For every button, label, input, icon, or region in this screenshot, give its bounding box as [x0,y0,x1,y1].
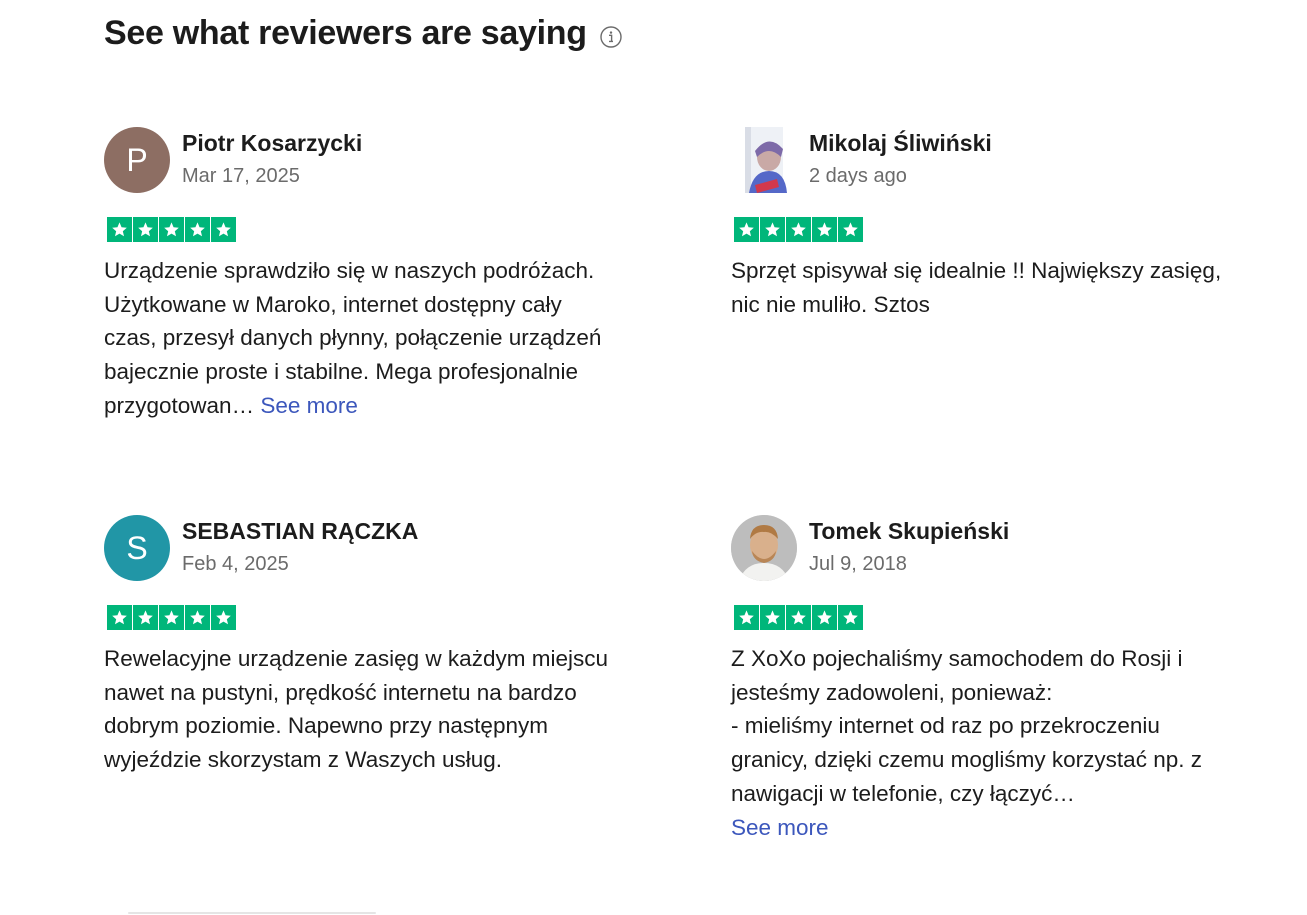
page-title: See what reviewers are saying [104,14,587,52]
reviews-section: See what reviewers are saying P Piotr Ko… [0,0,1307,915]
star-icon [734,605,759,630]
avatar-initial: P [126,141,148,178]
star-icon [760,605,785,630]
review-body: Z XoXo pojechaliśmy samochodem do Rosji … [731,646,1202,806]
review-date: Mar 17, 2025 [182,165,300,187]
reviewer-meta: Tomek Skupieński Jul 9, 2018 [809,515,1009,577]
star-icon [760,217,785,242]
reviewer-name[interactable]: Piotr Kosarzycki [182,129,362,157]
review-header: Mikolaj Śliwiński 2 days ago [731,127,1241,193]
avatar-initial: S [126,529,148,566]
reviewer-name[interactable]: Tomek Skupieński [809,517,1009,545]
review-header: P Piotr Kosarzycki Mar 17, 2025 [104,127,614,193]
review-card: Mikolaj Śliwiński 2 days ago Sprzęt spis… [731,127,1241,321]
review-text: Urządzenie sprawdziło się w naszych podr… [104,254,614,423]
review-text: Rewelacyjne urządzenie zasięg w każdym m… [104,642,614,777]
star-icon [838,217,863,242]
see-more-link[interactable]: See more [260,393,358,418]
avatar[interactable]: S [104,515,170,581]
review-card: S SEBASTIAN RĄCZKA Feb 4, 2025 Rewelacyj… [104,515,614,777]
avatar[interactable]: P [104,127,170,193]
star-icon [211,605,236,630]
star-icon [107,605,132,630]
reviewer-meta: SEBASTIAN RĄCZKA Feb 4, 2025 [182,515,418,577]
review-date: 2 days ago [809,165,907,187]
review-text: Sprzęt spisywał się idealnie !! Najwięks… [731,254,1241,321]
review-card: Tomek Skupieński Jul 9, 2018 Z XoXo poje… [731,515,1241,844]
review-body: Sprzęt spisywał się idealnie !! Najwięks… [731,258,1228,317]
star-icon [107,217,132,242]
reviewer-meta: Piotr Kosarzycki Mar 17, 2025 [182,127,362,189]
star-icon [185,605,210,630]
star-icon [786,605,811,630]
star-icon [838,605,863,630]
avatar[interactable] [731,127,797,193]
avatar-photo [731,127,797,193]
reviewer-meta: Mikolaj Śliwiński 2 days ago [809,127,992,189]
avatar[interactable] [731,515,797,581]
star-icon [812,605,837,630]
review-text: Z XoXo pojechaliśmy samochodem do Rosji … [731,642,1241,844]
review-date: Feb 4, 2025 [182,553,289,575]
see-more-link[interactable]: See more [731,815,829,840]
star-rating [107,217,614,242]
review-body: Rewelacyjne urządzenie zasięg w każdym m… [104,646,615,773]
reviewer-name[interactable]: Mikolaj Śliwiński [809,129,992,157]
review-card: P Piotr Kosarzycki Mar 17, 2025 Urządzen… [104,127,614,423]
review-header: Tomek Skupieński Jul 9, 2018 [731,515,1241,581]
avatar-photo [731,515,797,581]
info-circle-icon[interactable] [600,25,622,48]
star-rating [107,605,614,630]
divider [128,912,376,914]
star-icon [734,217,759,242]
star-rating [734,605,1241,630]
star-rating [734,217,1241,242]
star-icon [812,217,837,242]
star-icon [159,217,184,242]
review-date: Jul 9, 2018 [809,553,907,575]
section-heading: See what reviewers are saying [104,14,622,53]
star-icon [133,217,158,242]
star-icon [133,605,158,630]
reviewer-name[interactable]: SEBASTIAN RĄCZKA [182,517,418,545]
review-header: S SEBASTIAN RĄCZKA Feb 4, 2025 [104,515,614,581]
star-icon [159,605,184,630]
star-icon [211,217,236,242]
star-icon [786,217,811,242]
star-icon [185,217,210,242]
